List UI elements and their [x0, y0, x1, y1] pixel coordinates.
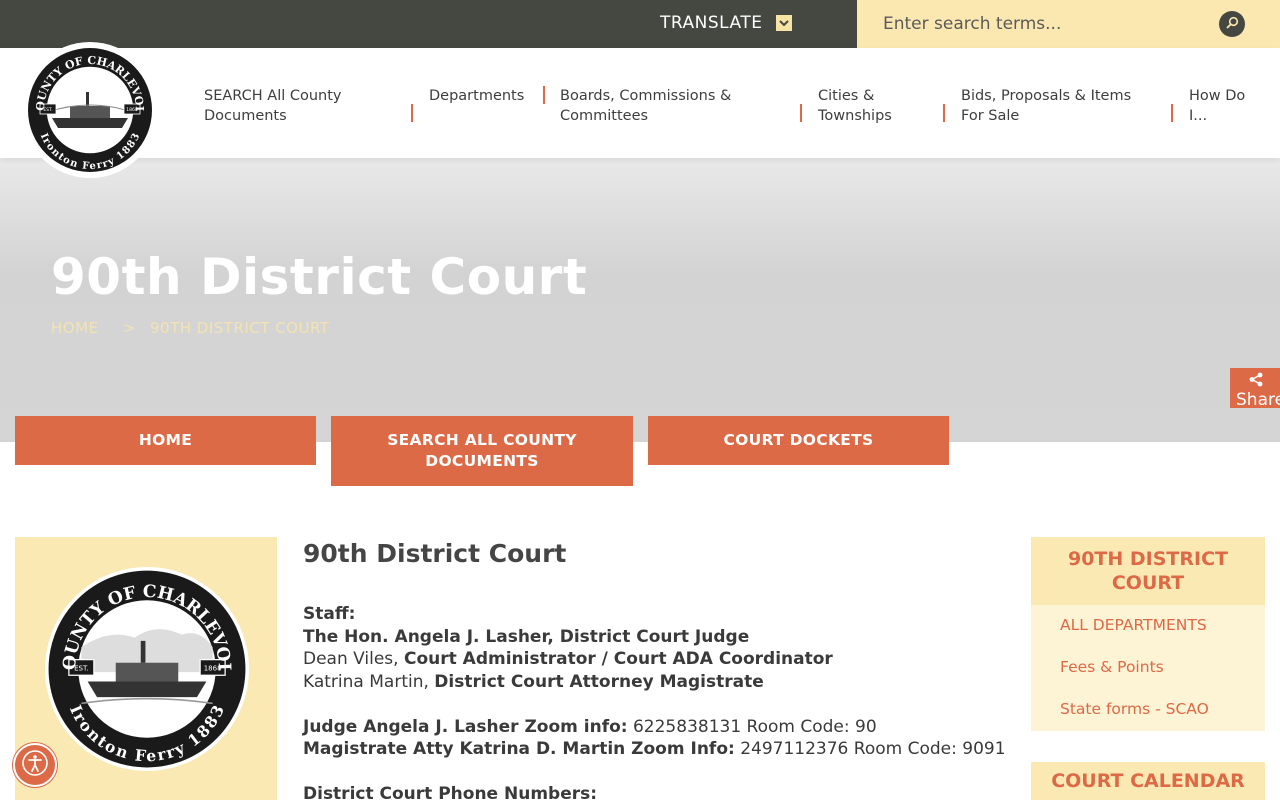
nav-divider — [943, 104, 945, 122]
nav-label: Departments — [429, 88, 525, 104]
judge-line: The Hon. Angela J. Lasher, District Cour… — [303, 626, 750, 647]
top-utility-bar: TRANSLATE — [0, 0, 1280, 48]
chevron-down-icon — [776, 15, 793, 31]
magistrate-role: District Court Attorney Magistrate — [434, 671, 764, 692]
magistrate-name: Katrina Martin, — [303, 671, 429, 692]
sidebar-item-state-forms[interactable]: State forms - SCAO — [1060, 700, 1209, 718]
quick-link-label: COURT DOCKETS — [723, 431, 874, 449]
translate-dropdown[interactable]: TRANSLATE — [660, 13, 793, 33]
zoom-magistrate-label: Magistrate Atty Katrina D. Martin Zoom I… — [303, 739, 735, 759]
page-title: 90th District Court — [51, 248, 588, 306]
sidebar-heading[interactable]: 90TH DISTRICT COURT — [1031, 537, 1265, 605]
staff-label: Staff: — [303, 604, 356, 624]
nav-boards-commissions[interactable]: Boards, Commissions & Committees — [560, 86, 731, 126]
zoom-judge-value: 6225838131 Room Code: 90 — [632, 716, 877, 737]
staff-info: Staff: The Hon. Angela J. Lasher, Distri… — [303, 603, 1006, 800]
share-label: Share — [1236, 390, 1280, 410]
nav-divider — [800, 104, 802, 122]
nav-label: SEARCH All County — [204, 88, 342, 104]
nav-label: For Sale — [961, 108, 1020, 124]
phones-heading: District Court Phone Numbers: — [303, 784, 598, 800]
breadcrumb-current: 90TH DISTRICT COURT — [150, 319, 330, 337]
nav-how-do-i[interactable]: How Do I... — [1189, 86, 1245, 126]
nav-label: Cities & — [818, 88, 875, 104]
sidebar-heading-text: COURT — [1111, 572, 1185, 594]
main-content: 90th District Court Staff: The Hon. Ange… — [303, 537, 1013, 800]
search-button[interactable] — [1219, 11, 1245, 37]
county-seal-logo[interactable]: EST. 1868 COUNTY OF CHARLEVOIX Ironton F… — [22, 42, 158, 178]
nav-departments[interactable]: Departments — [429, 86, 524, 106]
nav-label: How Do — [1189, 88, 1246, 104]
court-calendar-heading[interactable]: COURT CALENDAR — [1031, 762, 1265, 800]
nav-search-documents[interactable]: SEARCH All County Documents — [204, 86, 342, 126]
share-button[interactable]: Share — [1230, 368, 1280, 410]
nav-divider — [411, 104, 413, 122]
quick-link-label: HOME — [138, 431, 193, 449]
nav-label: Boards, Commissions & — [560, 88, 732, 104]
quick-link-label: SEARCH ALL COUNTY — [387, 431, 577, 449]
search-icon — [1225, 15, 1239, 34]
share-icon — [1248, 372, 1264, 391]
breadcrumb-separator: > — [123, 319, 137, 337]
sidebar-item-fees-points[interactable]: Fees & Points — [1060, 658, 1164, 676]
quick-link-search-documents[interactable]: SEARCH ALL COUNTY DOCUMENTS — [331, 416, 633, 486]
page-hero: 90th District Court HOME > 90TH DISTRICT… — [0, 158, 1280, 442]
nav-label: Townships — [818, 108, 892, 124]
accessibility-icon — [21, 749, 49, 781]
zoom-judge-label: Judge Angela J. Lasher Zoom info: — [303, 716, 628, 737]
breadcrumb-home[interactable]: HOME — [51, 319, 99, 337]
county-seal-icon: EST. 1868 COUNTY OF CHARLEVOIX Ironton F… — [26, 46, 152, 172]
quick-link-home[interactable]: HOME — [15, 416, 316, 465]
content-title: 90th District Court — [303, 539, 567, 568]
county-seal-image: EST. 1868 COUNTY OF CHARLEVOIX Ironton F… — [45, 567, 249, 771]
main-header: EST. 1868 COUNTY OF CHARLEVOIX Ironton F… — [0, 42, 1280, 178]
admin-role: Court Administrator / Court ADA Coordina… — [403, 649, 833, 669]
site-search — [857, 0, 1280, 48]
nav-label: I... — [1189, 108, 1208, 124]
nav-bids-proposals[interactable]: Bids, Proposals & Items For Sale — [961, 86, 1131, 126]
nav-label: Documents — [204, 108, 287, 124]
zoom-magistrate-value: 2497112376 Room Code: 9091 — [740, 739, 1006, 759]
quick-link-court-dockets[interactable]: COURT DOCKETS — [648, 416, 949, 465]
search-input[interactable] — [883, 12, 1203, 36]
nav-label: Bids, Proposals & Items — [961, 88, 1132, 104]
sidebar-item-all-departments[interactable]: ALL DEPARTMENTS — [1060, 616, 1207, 634]
nav-label: Committees — [560, 108, 649, 124]
accessibility-button[interactable] — [13, 743, 57, 787]
nav-divider — [543, 86, 545, 104]
quick-link-label: DOCUMENTS — [425, 452, 539, 470]
nav-divider — [1171, 104, 1173, 122]
nav-cities-townships[interactable]: Cities & Townships — [818, 86, 892, 126]
admin-name: Dean Viles, — [303, 649, 399, 669]
county-seal-large-icon: EST. 1868 COUNTY OF CHARLEVOIX Ironton F… — [47, 569, 246, 768]
sidebar-heading-text: 90TH DISTRICT — [1067, 548, 1228, 570]
sidebar-nav: 90TH DISTRICT COURT ALL DEPARTMENTS Fees… — [1031, 537, 1265, 731]
translate-label: TRANSLATE — [660, 13, 763, 33]
